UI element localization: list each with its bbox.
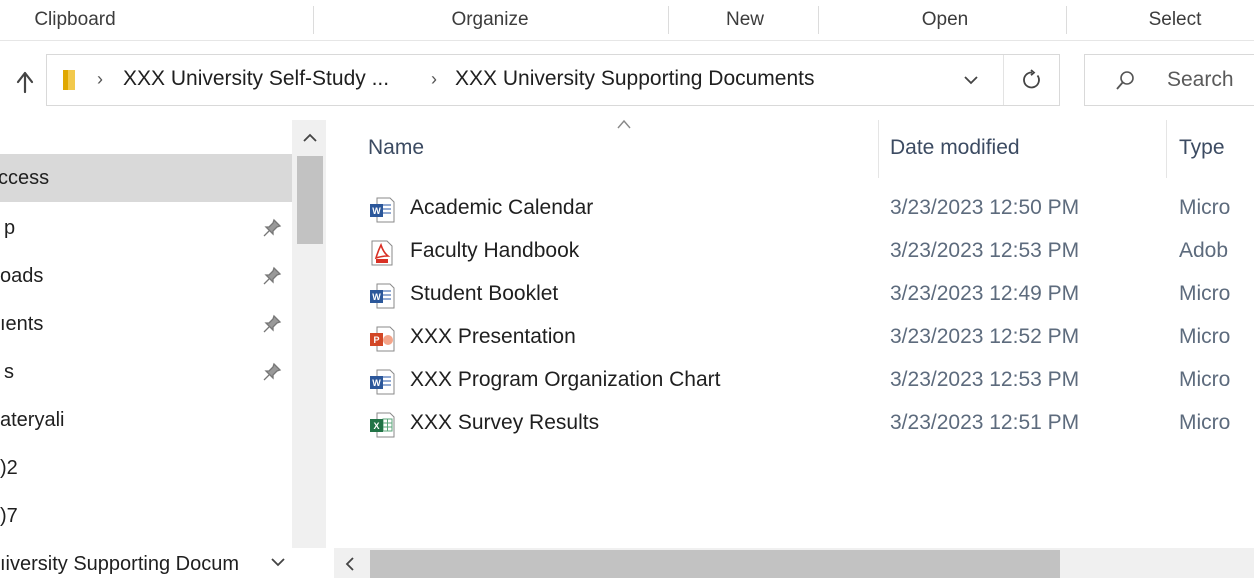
column-separator[interactable] — [1166, 120, 1167, 178]
file-row[interactable]: W XXX Program Organization Chart 3/23/20… — [334, 360, 1254, 402]
horizontal-scrollbar-thumb[interactable] — [370, 550, 1060, 578]
nav-item-label: )7 — [0, 504, 18, 527]
file-date: 3/23/2023 12:49 PM — [890, 282, 1080, 305]
nav-item-folder-02[interactable]: )2 — [0, 444, 292, 492]
address-bar[interactable]: › XXX University Self-Study ... › XXX Un… — [46, 54, 1060, 106]
up-arrow-icon[interactable] — [8, 60, 42, 100]
column-header-date-modified[interactable]: Date modified — [890, 136, 1020, 160]
nav-scrollbar-thumb[interactable] — [297, 156, 323, 244]
ribbon-separator — [1066, 6, 1067, 34]
file-row[interactable]: Faculty Handbook 3/23/2023 12:53 PM Adob — [334, 231, 1254, 273]
nav-item-downloads[interactable]: oads — [0, 252, 292, 300]
file-type: Micro — [1179, 411, 1231, 434]
nav-item-materyali[interactable]: ateryali — [0, 396, 292, 444]
word-icon: W — [370, 197, 395, 223]
breadcrumb-self-study[interactable]: XXX University Self-Study ... — [123, 67, 389, 91]
file-type: Micro — [1179, 196, 1231, 219]
svg-text:W: W — [372, 206, 381, 216]
file-type: Micro — [1179, 282, 1231, 305]
chevron-down-icon — [964, 76, 978, 85]
refresh-button[interactable] — [1003, 55, 1060, 105]
search-icon — [1113, 69, 1137, 93]
nav-item-documents[interactable]: ıents — [0, 300, 292, 348]
file-date: 3/23/2023 12:52 PM — [890, 325, 1080, 348]
column-separator[interactable] — [878, 120, 879, 178]
svg-text:X: X — [373, 421, 379, 431]
refresh-icon — [1023, 69, 1040, 89]
file-name: Academic Calendar — [410, 196, 594, 219]
chevron-right-icon[interactable]: › — [97, 69, 103, 90]
ribbon-group-select[interactable]: Select — [1130, 0, 1220, 40]
word-icon: W — [370, 283, 395, 309]
file-date: 3/23/2023 12:53 PM — [890, 368, 1080, 391]
nav-item-label: ıiversity Supporting Docum — [0, 552, 239, 575]
svg-text:P: P — [373, 335, 379, 345]
nav-item-label: ccess — [0, 166, 50, 189]
pin-icon[interactable] — [262, 218, 282, 238]
file-row[interactable]: W Student Booklet 3/23/2023 12:49 PM Mic… — [334, 274, 1254, 316]
pdf-icon — [371, 240, 393, 266]
ribbon-group-organize[interactable]: Organize — [400, 0, 580, 40]
file-row[interactable]: X XXX Survey Results 3/23/2023 12:51 PM … — [334, 403, 1254, 445]
file-type: Micro — [1179, 368, 1231, 391]
sort-ascending-icon — [617, 119, 631, 129]
excel-icon: X — [370, 412, 395, 438]
file-name: Student Booklet — [410, 282, 559, 305]
file-row[interactable]: P XXX Presentation 3/23/2023 12:52 PM Mi… — [334, 317, 1254, 359]
column-header-name[interactable]: Name — [368, 136, 424, 160]
ribbon-separator — [668, 6, 669, 34]
nav-item-desktop[interactable]: p — [0, 204, 292, 252]
powerpoint-icon: P — [370, 326, 395, 352]
file-name: XXX Survey Results — [410, 411, 600, 434]
nav-item-university-supporting-documents[interactable]: ıiversity Supporting Docum — [0, 540, 262, 578]
file-date: 3/23/2023 12:50 PM — [890, 196, 1080, 219]
nav-item-label: ıents — [0, 312, 44, 335]
column-header-type[interactable]: Type — [1179, 136, 1225, 160]
chevron-right-icon[interactable]: › — [431, 69, 437, 90]
ribbon-separator — [313, 6, 314, 34]
svg-text:W: W — [372, 378, 381, 388]
breadcrumb-supporting-documents[interactable]: XXX University Supporting Documents — [455, 67, 815, 91]
file-type: Micro — [1179, 325, 1231, 348]
file-explorer-window: Clipboard Organize New Open Select › XXX… — [0, 0, 1254, 578]
ribbon-group-clipboard[interactable]: Clipboard — [0, 0, 150, 40]
ribbon-group-open[interactable]: Open — [895, 0, 995, 40]
scroll-up-icon[interactable] — [300, 128, 320, 148]
folder-icon — [55, 68, 81, 92]
word-icon: W — [370, 369, 395, 395]
search-input[interactable]: Search — [1084, 54, 1254, 106]
nav-item-label: )2 — [0, 456, 18, 479]
nav-item-pictures[interactable]: s — [0, 348, 292, 396]
file-name: XXX Presentation — [410, 325, 576, 348]
scroll-down-icon[interactable] — [268, 552, 288, 572]
column-header-row: Name Date modified Type — [334, 119, 1254, 178]
pin-icon[interactable] — [262, 314, 282, 334]
file-date: 3/23/2023 12:51 PM — [890, 411, 1080, 434]
navigation-pane: ccess p oads ıents s ateryali )2 )7 ıive… — [0, 120, 330, 578]
pin-icon[interactable] — [262, 266, 282, 286]
pin-icon[interactable] — [262, 362, 282, 382]
file-type: Adob — [1179, 239, 1229, 262]
nav-item-label: oads — [0, 264, 44, 287]
ribbon-group-new[interactable]: New — [700, 0, 790, 40]
nav-item-folder-07[interactable]: )7 — [0, 492, 292, 540]
svg-text:W: W — [372, 292, 381, 302]
scroll-left-icon[interactable] — [340, 554, 360, 574]
ribbon: Clipboard Organize New Open Select — [0, 0, 1254, 41]
nav-item-label: s — [4, 360, 14, 383]
file-row[interactable]: W Academic Calendar 3/23/2023 12:50 PM M… — [334, 188, 1254, 230]
file-date: 3/23/2023 12:53 PM — [890, 239, 1080, 262]
nav-item-quick-access[interactable]: ccess — [0, 154, 292, 202]
search-placeholder: Search — [1167, 68, 1234, 91]
ribbon-separator — [818, 6, 819, 34]
nav-item-label: p — [4, 216, 16, 239]
address-dropdown-button[interactable] — [949, 55, 993, 105]
nav-item-label: ateryali — [0, 408, 65, 431]
file-name: XXX Program Organization Chart — [410, 368, 721, 391]
file-name: Faculty Handbook — [410, 239, 580, 262]
